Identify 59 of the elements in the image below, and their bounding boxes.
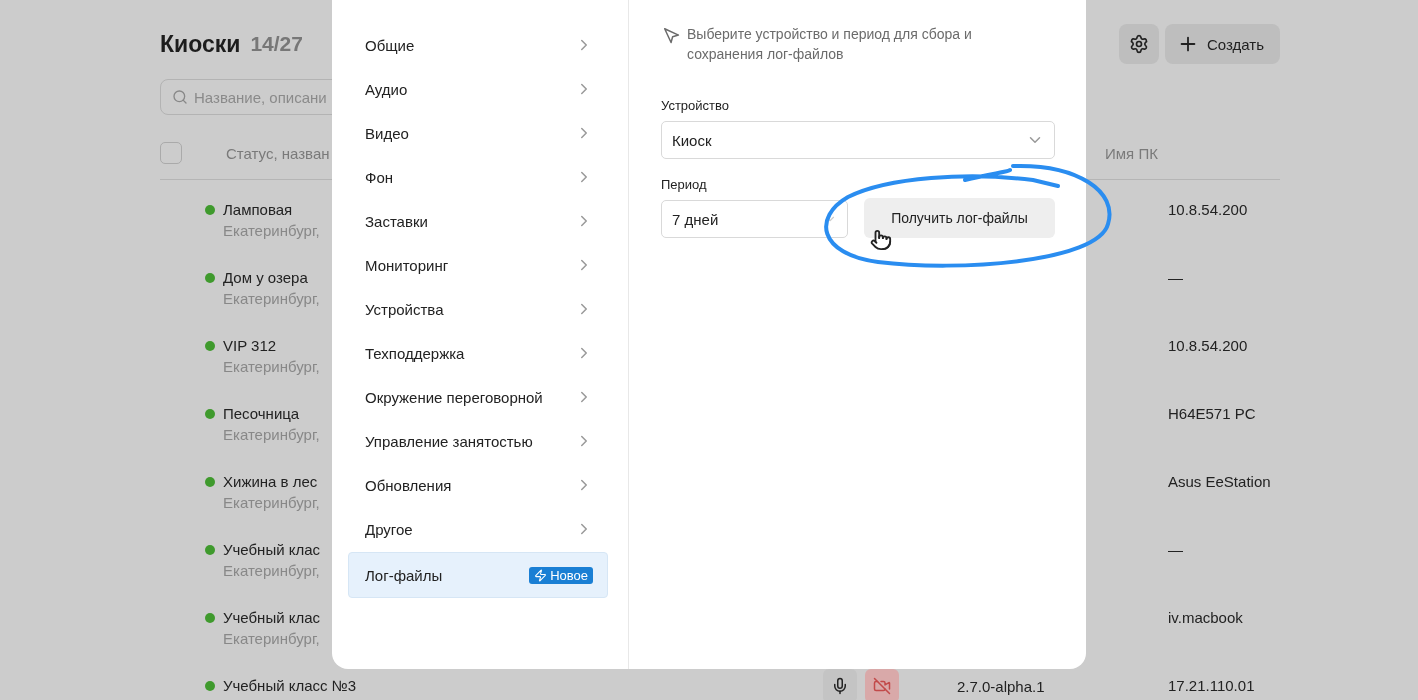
page-title: Киоски <box>160 30 241 58</box>
status-dot <box>205 273 215 283</box>
kiosk-address: Екатеринбург, <box>223 494 320 511</box>
kiosk-name: VIP 312 <box>223 337 277 354</box>
kiosk-address: Екатеринбург, <box>223 630 320 647</box>
nav-item[interactable]: Другое <box>348 507 608 551</box>
nav-item[interactable]: Лог-файлы Новое <box>348 552 608 598</box>
column-header: Статус, назван <box>226 144 330 162</box>
settings-icon <box>1129 34 1149 54</box>
pc-name: 10.8.54.200 <box>1168 337 1248 354</box>
status-dot <box>205 409 215 419</box>
status-dot <box>205 681 215 691</box>
nav-item[interactable]: Фон <box>348 155 608 199</box>
period-select[interactable]: 7 дней <box>661 200 848 238</box>
column-header: Имя ПК <box>1105 144 1159 162</box>
pc-name: iv.macbook <box>1168 609 1243 626</box>
nav-item[interactable]: Управление занятостью <box>348 419 608 463</box>
kiosk-address: Екатеринбург, <box>223 222 320 239</box>
kiosk-name: Учебный клас <box>223 541 321 558</box>
kiosk-address: Екатеринбург, <box>223 358 320 375</box>
kiosk-address: Екатеринбург, <box>223 290 320 307</box>
create-button[interactable]: Создать <box>1165 24 1280 64</box>
nav-item[interactable]: Обновления <box>348 463 608 507</box>
pc-name: — <box>1168 269 1183 286</box>
kiosk-address: Екатеринбург, <box>223 426 320 443</box>
settings-button[interactable] <box>1119 24 1159 64</box>
kiosk-name: Песочница <box>223 405 300 422</box>
kiosk-name: Учебный клас <box>223 609 321 626</box>
kiosk-name: Учебный класс №3 <box>223 677 357 694</box>
kiosk-count: 14/27 <box>250 32 303 56</box>
search-icon <box>172 89 188 105</box>
pc-name: Asus EeStation <box>1168 473 1271 490</box>
nav-item[interactable]: Устройства <box>348 287 608 331</box>
new-badge: Новое <box>529 566 593 584</box>
status-dot <box>205 341 215 351</box>
nav-item[interactable]: Техподдержка <box>348 331 608 375</box>
pc-name: 17.21.110.01 <box>1168 677 1255 694</box>
get-logs-button[interactable]: Получить лог-файлы <box>864 198 1055 238</box>
select-all-checkbox[interactable] <box>160 142 182 164</box>
kiosk-address: Екатеринбург, <box>223 562 320 579</box>
nav-item[interactable]: Окружение переговорной <box>348 375 608 419</box>
field-label: Устройство <box>661 98 730 113</box>
pc-name: H64E571 PC <box>1168 405 1256 422</box>
device-select[interactable]: Киоск <box>661 121 1055 159</box>
app-version: 2.7.0-alpha.1 <box>957 677 1045 695</box>
status-dot <box>205 545 215 555</box>
status-dot <box>205 477 215 487</box>
nav-item[interactable]: Мониторинг <box>348 243 608 287</box>
kiosk-name: Хижина в лес <box>223 473 318 490</box>
pc-name: — <box>1168 541 1183 558</box>
pc-name: 10.8.54.200 <box>1168 201 1248 218</box>
kiosk-name: Дом у озера <box>223 269 308 286</box>
nav-item[interactable]: Заставки <box>348 199 608 243</box>
hint-text: Выберите устройство и период для сбора и сохранения лог-файлов <box>687 25 973 64</box>
status-dot <box>205 205 215 215</box>
nav-item[interactable]: Общие <box>348 23 608 67</box>
status-dot <box>205 613 215 623</box>
field-label: Период <box>661 177 708 192</box>
kiosk-name: Ламповая <box>223 201 293 218</box>
